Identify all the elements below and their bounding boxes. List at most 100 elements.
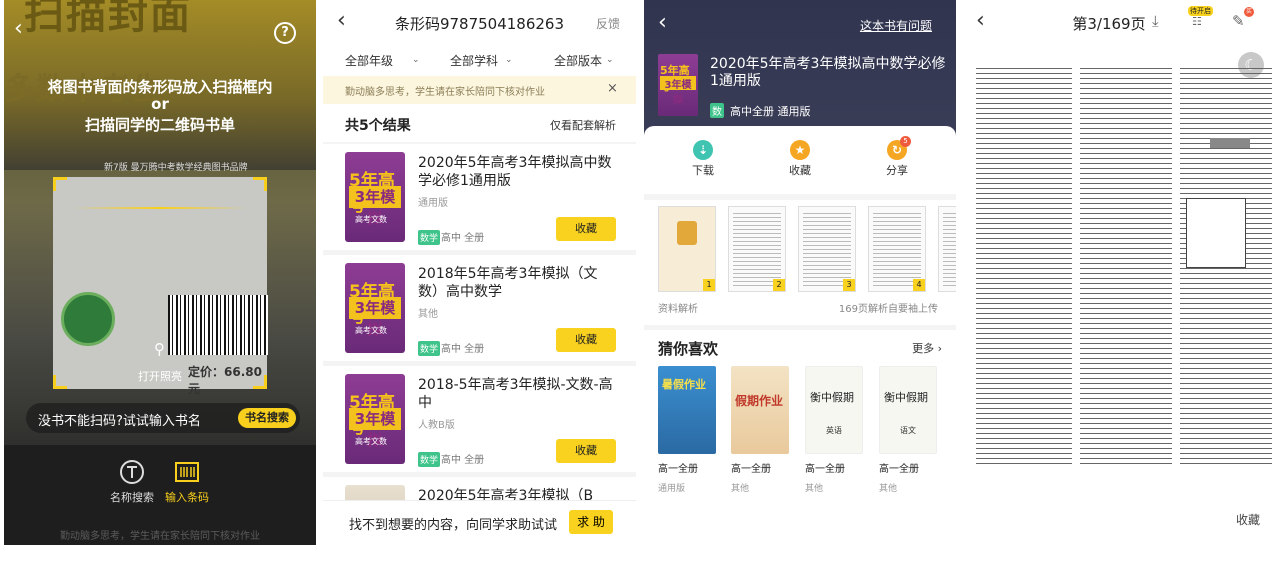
- page-heading: [1210, 138, 1250, 148]
- page-thumbnail[interactable]: 2: [728, 206, 786, 292]
- list-item[interactable]: 5年高考 3年模拟 高考文数 2018-5年高考3年模拟-文数-高中 人教B版 …: [323, 366, 636, 472]
- recommendation-cover-title: 衡中假期: [884, 391, 928, 404]
- page-thumbnail[interactable]: 3: [798, 206, 856, 292]
- recommendation-cover-title: 假期作业: [735, 394, 784, 408]
- subject-tag: 数学: [418, 341, 441, 356]
- help-button[interactable]: 求 助: [569, 510, 613, 534]
- recommendation-cover-title: 暑假作业: [662, 378, 706, 391]
- action-bar: ⇣ 下载 ★ 收藏 ↻ 分享 5: [644, 126, 956, 194]
- page-thumbnail[interactable]: 1: [658, 206, 716, 292]
- book-name: 2020年5年高考3年模拟高中数学必修1通用版: [418, 155, 612, 189]
- recommendation-cover: 衡中假期 英语: [805, 366, 863, 454]
- tool-input-barcode[interactable]: 输入条码: [157, 459, 217, 505]
- help-icon[interactable]: ?: [274, 22, 296, 44]
- book-version: 人教B版: [418, 420, 455, 431]
- recommendation-item[interactable]: 暑假作业 高一全册 通用版: [658, 366, 716, 494]
- recommendation-version: 通用版: [658, 484, 686, 494]
- frame-corner: [253, 177, 267, 191]
- recommendation-version: 其他: [879, 484, 898, 494]
- share-badge: 5: [900, 136, 911, 147]
- page-diagram: [1186, 198, 1246, 268]
- edit-icon[interactable]: ✎: [1232, 12, 1245, 30]
- page-indicator: 第3/169页: [1072, 15, 1146, 33]
- chevron-down-icon: ⌄: [505, 55, 513, 65]
- notice-text: 勤动脑多思考，学生请在家长陪同下核对作业: [345, 87, 545, 98]
- barcode-icon: [175, 462, 199, 482]
- page-thumbnails: 1 2 3 4 资料解析 169页解析自要袖上传: [644, 200, 956, 325]
- recommendation-item[interactable]: 衡中假期 英语 高一全册 其他: [805, 366, 863, 494]
- close-icon[interactable]: ×: [607, 81, 618, 96]
- list-item[interactable]: 5年高考 3年模拟 高考文数 2020年5年高考3年模拟高中数学必修1通用版 通…: [323, 144, 636, 250]
- download-button[interactable]: ⇣ 下载: [673, 140, 733, 178]
- thumbs-label: 资料解析: [658, 304, 698, 315]
- share-label: 分享: [886, 164, 908, 177]
- recommendation-name: 高一全册: [805, 464, 845, 475]
- cover-brand-2: 3年模拟: [349, 186, 401, 227]
- book-name: 2018-5年高考3年模拟-文数-高中: [418, 377, 613, 411]
- recommendation-item[interactable]: 假期作业 高一全册 其他: [731, 366, 789, 494]
- favorite-button[interactable]: ★ 收藏: [770, 140, 830, 178]
- recommendation-item[interactable]: 衡中假期 语文 高一全册 其他: [879, 366, 937, 494]
- recommendation-name: 高一全册: [879, 464, 919, 475]
- filter-edition[interactable]: 全部版本: [554, 52, 602, 69]
- tool-name-search[interactable]: 名称搜索: [102, 459, 162, 505]
- recommendation-name: 高一全册: [658, 464, 698, 475]
- page-column: [1180, 68, 1272, 468]
- download-icon[interactable]: ⤓: [1152, 12, 1159, 30]
- status-badge: 待开启: [1188, 6, 1213, 16]
- favorite-button[interactable]: 收藏: [556, 217, 616, 241]
- page-preview: [873, 213, 921, 287]
- trophy-icon: [677, 221, 697, 245]
- red-badge: 买: [1244, 7, 1254, 17]
- more-link[interactable]: 更多 ›: [912, 340, 942, 356]
- flashlight-icon[interactable]: ⚲: [154, 340, 165, 358]
- page-preview: [943, 213, 956, 287]
- favorite-button[interactable]: 收藏: [1236, 511, 1260, 528]
- book-cover: 5年高考 3年模拟 高考文数: [345, 263, 405, 353]
- page-number: 4: [913, 279, 925, 291]
- filter-subject[interactable]: 全部学科: [450, 52, 498, 69]
- help-footer-text: 找不到想要的内容，向同学求助试试: [349, 518, 558, 533]
- cover-brand-2: 3年模拟: [349, 408, 401, 449]
- cover-sub: 高考文数: [355, 437, 387, 446]
- only-supported-toggle[interactable]: 仅看配套解析: [550, 117, 616, 133]
- feedback-link[interactable]: 反馈: [596, 15, 620, 32]
- book-title: 2020年5年高考3年模拟高中数学必修1通用版: [710, 56, 946, 89]
- favorite-button[interactable]: 收藏: [556, 439, 616, 463]
- notice-bar: 勤动脑多思考，学生请在家长陪同下核对作业 ×: [323, 76, 636, 104]
- recommendation-cover: 假期作业: [731, 366, 789, 454]
- section-title: 猜你喜欢: [658, 340, 719, 358]
- chevron-right-icon: ›: [937, 342, 942, 355]
- recommendation-cover: 暑假作业: [658, 366, 716, 454]
- recommendations: 猜你喜欢 更多 › 暑假作业 高一全册 通用版 假期作业 高一全册 其他 衡中假…: [644, 330, 956, 545]
- page-number: 2: [773, 279, 785, 291]
- page-number: 3: [843, 279, 855, 291]
- recommendation-name: 高一全册: [731, 464, 771, 475]
- text-search-icon: [120, 460, 144, 484]
- filter-grade[interactable]: 全部年级: [345, 52, 393, 69]
- favorite-label: 收藏: [789, 164, 811, 177]
- chevron-down-icon: ⌄: [412, 55, 420, 65]
- name-search-button[interactable]: 书名搜索: [238, 408, 296, 428]
- flashlight-label[interactable]: 打开照亮: [132, 368, 188, 384]
- book-version: 其他: [418, 309, 438, 320]
- footer-hint: 勤动脑多思考，学生请在家长陪同下核对作业: [60, 531, 260, 542]
- book-meta: 高中 全册: [441, 344, 485, 355]
- book-meta: 高中 全册: [441, 233, 485, 244]
- page-thumbnail[interactable]: [938, 206, 956, 292]
- more-label: 更多: [912, 342, 935, 355]
- scan-instruction-2: 扫描同学的二维码书单: [84, 116, 235, 134]
- page-title: 条形码9787504186263: [394, 15, 565, 33]
- page-viewer-screen: ‹ 第3/169页 ⤓ ☷ 待开启 ✎ 买 ☾ 收藏: [964, 0, 1279, 545]
- page-thumbnail[interactable]: 4: [868, 206, 926, 292]
- share-button[interactable]: ↻ 分享: [867, 140, 927, 178]
- thumbs-uploader: 169页解析自要袖上传: [838, 304, 938, 315]
- tutor-icon[interactable]: ☷: [1192, 15, 1202, 28]
- back-icon[interactable]: ‹: [14, 16, 23, 41]
- favorite-button[interactable]: 收藏: [556, 328, 616, 352]
- list-item[interactable]: 5年高考 3年模拟 高考文数 2018年5年高考3年模拟（文数）高中数学 其他 …: [323, 255, 636, 361]
- filter-bar: 全部年级 ⌄ 全部学科 ⌄ 全部版本 ⌄: [323, 44, 636, 76]
- back-icon[interactable]: ‹: [658, 10, 667, 35]
- results-header: ‹ 条形码9787504186263 反馈: [323, 0, 636, 44]
- report-issue-link[interactable]: 这本书有问题: [860, 17, 932, 34]
